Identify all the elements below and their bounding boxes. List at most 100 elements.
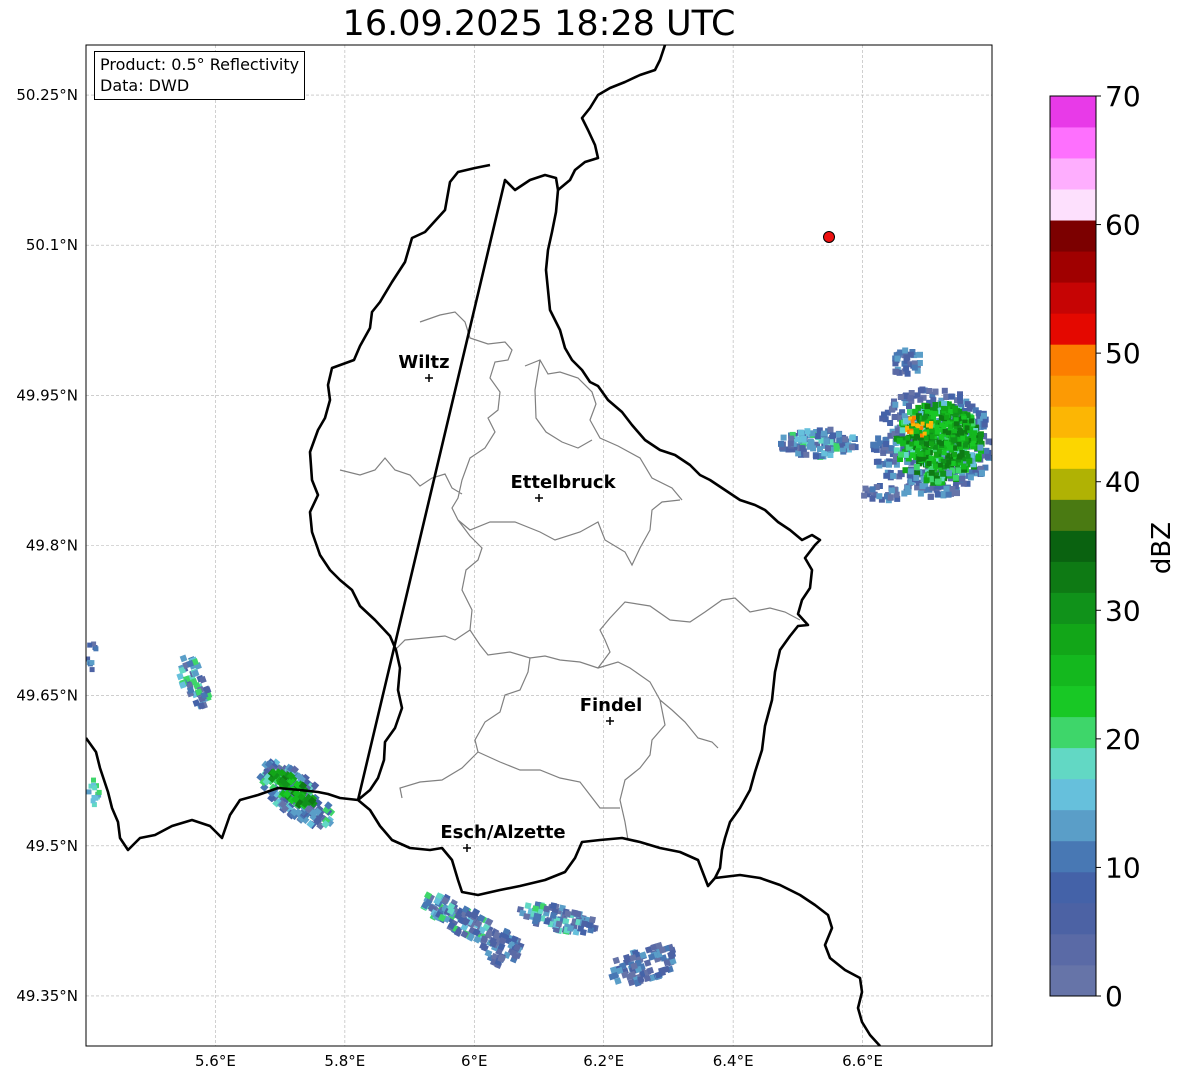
colorbar-segment <box>1050 747 1096 780</box>
echo-pixel <box>928 455 934 461</box>
echo-pixel <box>964 401 971 408</box>
echo-pixel <box>953 421 959 427</box>
echo-pixel <box>892 401 899 408</box>
echo-pixel <box>89 660 95 666</box>
echo-pixel <box>881 411 887 418</box>
colorbar-tick-label: 40 <box>1105 466 1141 499</box>
echo-pixel <box>975 410 982 417</box>
city-marker-icon <box>425 374 433 382</box>
echo-pixel <box>962 442 968 448</box>
y-tick-label: 49.35°N <box>16 987 78 1005</box>
echo-pixel <box>893 368 900 375</box>
echo-pixel <box>975 453 982 460</box>
echo-pixel <box>894 355 901 362</box>
colorbar-tick-label: 70 <box>1105 80 1141 113</box>
echo-pixel <box>813 453 819 460</box>
echo-pixel <box>886 461 892 468</box>
echo-pixel <box>981 412 987 419</box>
echo-pixel <box>799 445 806 452</box>
echo-pixel <box>876 493 883 500</box>
colorbar-segment <box>1050 902 1096 935</box>
colorbar-segment <box>1050 623 1096 656</box>
product-info-box: Product: 0.5° Reflectivity Data: DWD <box>94 51 306 100</box>
echo-pixel <box>92 785 98 791</box>
city-marker-icon <box>606 717 614 725</box>
city-ettelbruck: Ettelbruck <box>510 472 617 502</box>
y-tick-label: 50.1°N <box>26 236 78 254</box>
echo-pixel <box>787 440 794 447</box>
echo-pixel <box>917 490 924 497</box>
echo-pixel <box>96 789 102 795</box>
echo-pixel <box>970 441 976 447</box>
luxembourg-national-border <box>86 163 822 897</box>
colorbar-segment <box>1050 282 1096 314</box>
canton-borders <box>339 311 801 841</box>
echo-pixel <box>971 435 977 441</box>
echo-pixel <box>916 424 921 429</box>
echo-pixel <box>523 912 531 921</box>
echo-pixel <box>920 456 926 462</box>
echo-pixel <box>911 364 918 371</box>
echo-pixel <box>904 354 911 361</box>
echo-pixel <box>907 409 913 416</box>
echo-pixel <box>891 414 898 420</box>
city-markers: Wiltz Ettelbruck Findel Esch/Alzette <box>398 352 642 852</box>
echo-pixel <box>944 440 949 446</box>
city-esch-alzette: Esch/Alzette <box>440 822 566 852</box>
colorbar-segment <box>1050 220 1096 252</box>
echo-pixel <box>570 909 578 917</box>
echo-pixel <box>946 470 953 477</box>
echo-pixel <box>825 445 831 452</box>
echo-pixel <box>912 415 916 420</box>
echo-pixel <box>978 470 985 477</box>
echo-pixel <box>800 436 807 442</box>
echo-pixel <box>900 440 907 447</box>
y-tick-label: 49.95°N <box>16 386 78 404</box>
echo-pixel <box>922 431 927 436</box>
colorbar-tick-label: 50 <box>1105 337 1141 370</box>
echo-pixel <box>914 440 920 446</box>
echo-pixel <box>934 424 940 430</box>
colorbar-label: dBZ <box>1147 522 1177 574</box>
echo-pixel <box>907 468 914 475</box>
echo-pixel <box>176 672 185 681</box>
echo-pixel <box>952 451 957 457</box>
x-tick-label: 5.8°E <box>324 1052 365 1070</box>
echo-pixel <box>957 408 963 414</box>
echo-pixel <box>830 432 836 439</box>
echo-pixel <box>87 642 93 648</box>
echo-pixel <box>179 654 188 663</box>
colorbar-tick-label: 0 <box>1105 980 1123 1013</box>
echo-pixel <box>941 387 948 394</box>
echo-pixel <box>965 453 971 459</box>
map-plot: Wiltz Ettelbruck Findel Esch/Alzette 5.6… <box>16 44 1177 1070</box>
echo-pixel <box>906 403 912 410</box>
echo-pixel <box>862 485 869 492</box>
colorbar-tick-label: 60 <box>1105 209 1141 242</box>
colorbar-segment <box>1050 685 1096 718</box>
echo-pixel <box>944 414 950 420</box>
echo-pixel <box>794 436 801 443</box>
echo-pixel <box>940 405 946 411</box>
echo-pixel <box>957 453 963 459</box>
y-axis-ticks: 50.25°N 50.1°N 49.95°N 49.8°N 49.65°N 49.5°N 4… <box>16 86 78 1005</box>
echo-pixel <box>902 467 909 474</box>
colorbar-segment <box>1050 468 1096 500</box>
echo-pixel <box>944 463 950 469</box>
city-marker-icon <box>463 844 471 852</box>
x-tick-label: 6°E <box>461 1052 488 1070</box>
colorbar-segment <box>1050 561 1096 593</box>
echo-pixel <box>533 912 541 920</box>
echo-pixel <box>566 924 574 932</box>
echo-pixel <box>932 410 938 416</box>
echo-pixel <box>550 902 558 910</box>
echo-pixel <box>924 409 930 415</box>
echo-pixel <box>913 474 920 481</box>
echo-pixel <box>919 483 926 489</box>
echo-pixel <box>875 458 882 465</box>
echo-pixel <box>588 916 596 924</box>
echo-pixel <box>948 393 955 400</box>
echo-pixel <box>932 388 939 395</box>
colorbar-segment <box>1050 530 1096 562</box>
colorbar-tick-label: 10 <box>1105 851 1141 884</box>
